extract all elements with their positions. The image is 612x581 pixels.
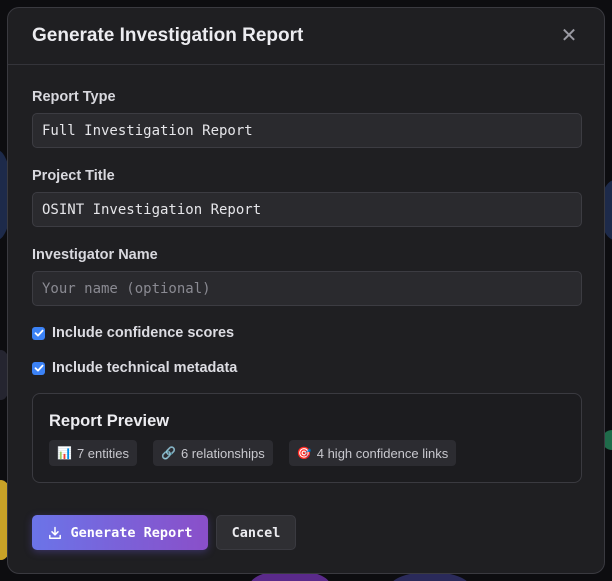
download-icon: [48, 526, 61, 539]
checkmark-icon: [34, 364, 43, 372]
cancel-button[interactable]: Cancel: [216, 515, 296, 550]
bar-chart-icon: 📊: [57, 446, 72, 460]
generate-report-button[interactable]: Generate Report: [32, 515, 208, 550]
target-icon: 🎯: [296, 446, 312, 460]
project-title-field: Project Title: [32, 168, 582, 227]
report-type-field: Report Type: [32, 89, 582, 148]
include-metadata-option[interactable]: Include technical metadata: [32, 358, 580, 378]
entities-stat-text: 7 entities: [76, 445, 129, 461]
high-confidence-stat-chip: 🎯 4 high confidence links: [288, 440, 457, 466]
generate-report-label: Generate Report: [70, 524, 193, 541]
modal-header: Generate Investigation Report ✕: [8, 8, 604, 65]
report-preview-title: Report Preview: [49, 412, 170, 430]
investigator-name-label: Investigator Name: [32, 247, 158, 263]
include-confidence-checkbox[interactable]: [32, 326, 45, 340]
include-metadata-label: Include technical metadata: [52, 360, 238, 376]
close-icon[interactable]: ✕: [560, 26, 578, 46]
checkmark-icon: [34, 329, 43, 337]
report-type-input[interactable]: [32, 113, 582, 148]
modal-footer: Generate Report Cancel: [32, 515, 296, 550]
relationships-stat-chip: 🔗 6 relationships: [153, 440, 273, 466]
project-title-input[interactable]: [32, 192, 582, 227]
entities-stat-chip: 📊 7 entities: [49, 440, 137, 466]
link-icon: 🔗: [161, 446, 176, 460]
report-type-label: Report Type: [32, 89, 116, 105]
project-title-label: Project Title: [32, 168, 115, 184]
modal-body: Report Type Project Title Investigator N…: [8, 65, 604, 483]
high-confidence-stat-text: 4 high confidence links: [316, 445, 449, 461]
generate-report-modal: Generate Investigation Report ✕ Report T…: [7, 7, 605, 574]
preview-stats: 📊 7 entities 🔗 6 relationships 🎯 4 high …: [49, 440, 565, 466]
include-metadata-checkbox[interactable]: [32, 361, 45, 375]
modal-title: Generate Investigation Report: [32, 25, 304, 46]
include-confidence-label: Include confidence scores: [52, 325, 235, 341]
investigator-name-input[interactable]: [32, 271, 582, 306]
report-preview-panel: Report Preview 📊 7 entities 🔗 6 relation…: [32, 393, 582, 483]
include-confidence-option[interactable]: Include confidence scores: [32, 323, 580, 343]
investigator-name-field: Investigator Name: [32, 247, 582, 306]
relationships-stat-text: 6 relationships: [180, 445, 265, 461]
